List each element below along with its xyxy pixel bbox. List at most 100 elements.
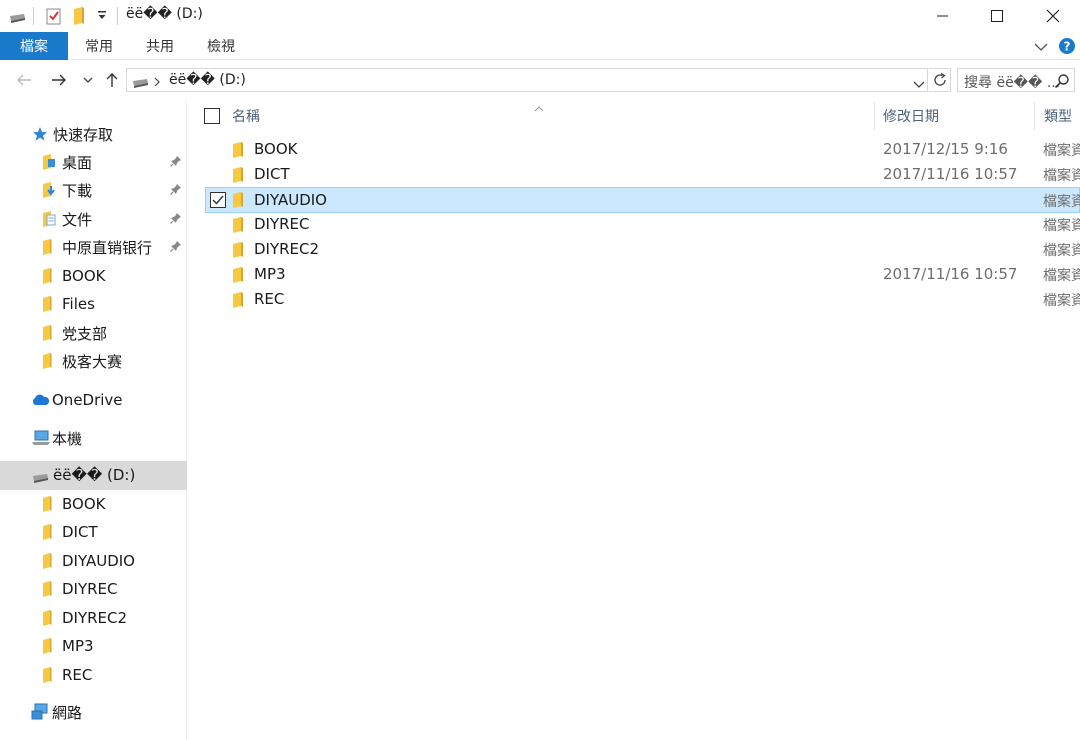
nav-label: 文件 — [62, 210, 93, 229]
file-row-book[interactable]: BOOK 2017/12/15 9:16 檔案資料夾 — [205, 138, 1080, 162]
folder-icon — [42, 496, 52, 516]
column-divider[interactable] — [1034, 102, 1035, 130]
nav-this-pc[interactable]: 本機 — [0, 425, 187, 451]
nav-item-files[interactable]: Files — [0, 291, 187, 317]
nav-network[interactable]: 網路 — [0, 699, 187, 725]
customize-toolbar-icon[interactable] — [97, 9, 107, 25]
pin-icon[interactable] — [170, 212, 182, 228]
nav-item-desktop[interactable]: 桌面 — [0, 149, 187, 175]
column-header-name[interactable]: 名稱 — [232, 106, 260, 126]
nav-label: OneDrive — [52, 391, 123, 409]
nav-label: DIYREC — [62, 580, 118, 598]
nav-label: 下載 — [62, 181, 93, 200]
drive-icon — [31, 471, 49, 487]
folder-icon — [42, 325, 52, 345]
tab-share[interactable]: 共用 — [133, 32, 187, 60]
nav-label: 中原直销银行 — [62, 238, 153, 257]
nav-item-drive-diyaudio[interactable]: DIYAUDIO — [0, 548, 187, 574]
address-row: ëë�� (D:) 搜尋 ëë�� ... — [0, 61, 1080, 99]
breadcrumb[interactable]: ëë�� (D:) — [169, 72, 246, 88]
file-type: 檔案資料夾 — [1043, 168, 1080, 184]
nav-item-drive-diyrec2[interactable]: DIYREC2 — [0, 605, 187, 631]
nav-item-documents[interactable]: 文件 — [0, 206, 187, 232]
column-divider[interactable] — [874, 102, 875, 130]
tab-home[interactable]: 常用 — [72, 32, 126, 60]
row-checkbox[interactable] — [210, 192, 226, 212]
folder-icon — [232, 267, 244, 287]
pin-icon[interactable] — [170, 183, 182, 199]
tab-file[interactable]: 檔案 — [0, 32, 68, 60]
folder-icon — [232, 242, 244, 262]
file-row-rec[interactable]: REC 檔案資料夾 — [205, 288, 1080, 312]
search-placeholder: 搜尋 ëë�� ... — [964, 75, 1061, 91]
star-icon — [32, 126, 48, 146]
nav-item-book[interactable]: BOOK — [0, 263, 187, 289]
nav-label: 党支部 — [62, 324, 108, 343]
ribbon-tabs: 檔案 常用 共用 檢視 ? — [0, 32, 1080, 60]
file-name: DICT — [254, 165, 290, 183]
tab-view[interactable]: 檢視 — [194, 32, 248, 60]
search-icon[interactable] — [1054, 73, 1070, 93]
folder-icon — [232, 217, 244, 237]
file-row-mp3[interactable]: MP3 2017/11/16 10:57 檔案資料夾 — [205, 263, 1080, 287]
folder-icon — [42, 524, 52, 544]
help-icon[interactable]: ? — [1058, 37, 1076, 59]
file-date: 2017/11/16 10:57 — [883, 265, 1018, 283]
refresh-button[interactable] — [929, 68, 951, 92]
nav-item-drive-rec[interactable]: REC — [0, 662, 187, 688]
pin-icon[interactable] — [170, 155, 182, 171]
file-row-diyaudio[interactable]: DIYAUDIO 檔案資料夾 — [205, 187, 1080, 213]
select-all-checkbox[interactable] — [204, 108, 220, 128]
nav-label: BOOK — [62, 495, 106, 513]
breadcrumb-chevron-icon[interactable] — [153, 75, 161, 91]
nav-onedrive[interactable]: OneDrive — [0, 387, 187, 413]
file-row-diyrec2[interactable]: DIYREC2 檔案資料夾 — [205, 238, 1080, 262]
folder-icon — [42, 667, 52, 687]
nav-item-drive-book[interactable]: BOOK — [0, 491, 187, 517]
nav-item-downloads[interactable]: 下載 — [0, 177, 187, 203]
pin-icon[interactable] — [170, 240, 182, 256]
file-date: 2017/11/16 10:57 — [883, 165, 1018, 183]
nav-label: 網路 — [52, 703, 83, 722]
separator — [33, 7, 34, 25]
properties-icon[interactable] — [46, 7, 62, 29]
address-dropdown-icon[interactable] — [913, 77, 925, 93]
folder-icon — [42, 638, 52, 658]
recent-locations-button[interactable] — [77, 69, 99, 91]
new-folder-icon[interactable] — [73, 7, 85, 29]
column-header-date[interactable]: 修改日期 — [883, 106, 939, 126]
window-title: ëë�� (D:) — [126, 6, 203, 22]
folder-icon — [42, 353, 52, 373]
folder-icon — [232, 192, 244, 212]
folder-icon — [232, 167, 244, 187]
file-row-diyrec[interactable]: DIYREC 檔案資料夾 — [205, 213, 1080, 237]
nav-label: 极客大赛 — [62, 352, 123, 371]
forward-button[interactable] — [48, 69, 70, 91]
nav-quick-access[interactable]: 快速存取 — [0, 121, 187, 147]
nav-item-drive-diyrec[interactable]: DIYREC — [0, 576, 187, 602]
column-header-type[interactable]: 類型 — [1044, 106, 1072, 126]
nav-drive-d[interactable]: ëë�� (D:) — [0, 461, 187, 490]
downloads-icon — [42, 182, 56, 202]
desktop-folder-icon — [42, 154, 56, 174]
drive-icon — [8, 11, 26, 27]
file-name: DIYREC2 — [254, 240, 320, 258]
nav-item-geek-contest[interactable]: 极客大赛 — [0, 348, 187, 374]
maximize-button[interactable] — [974, 0, 1020, 32]
nav-item-drive-dict[interactable]: DICT — [0, 519, 187, 545]
folder-icon — [42, 296, 52, 316]
documents-icon — [42, 211, 56, 231]
nav-label: 桌面 — [62, 153, 93, 172]
cloud-icon — [30, 394, 50, 410]
nav-item-drive-mp3[interactable]: MP3 — [0, 633, 187, 659]
nav-item-party-branch[interactable]: 党支部 — [0, 320, 187, 346]
minimize-button[interactable] — [920, 0, 966, 32]
address-bar[interactable]: ëë�� (D:) — [126, 68, 928, 92]
search-input[interactable]: 搜尋 ëë�� ... — [957, 68, 1075, 92]
nav-item-bank[interactable]: 中原直销银行 — [0, 234, 187, 260]
back-button[interactable] — [13, 69, 35, 91]
up-button[interactable] — [101, 69, 123, 91]
expand-ribbon-icon[interactable] — [1034, 40, 1048, 56]
close-button[interactable] — [1030, 0, 1076, 32]
file-row-dict[interactable]: DICT 2017/11/16 10:57 檔案資料夾 — [205, 163, 1080, 187]
